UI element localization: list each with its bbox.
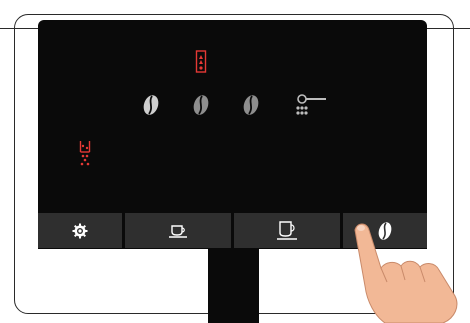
gear-icon	[72, 223, 88, 238]
grounds-container-alert-icon	[79, 141, 91, 166]
large-cup-icon	[277, 220, 297, 240]
device-frame	[0, 0, 470, 323]
small-cup-icon	[169, 224, 187, 238]
espresso-button[interactable]	[125, 213, 231, 248]
machine-spout-column	[208, 249, 259, 323]
coffee-bean-icon	[143, 95, 159, 115]
coffee-button[interactable]	[234, 213, 340, 248]
coffee-bean-icon	[243, 95, 259, 115]
water-tank-alert-icon	[195, 50, 207, 73]
edge-line-left	[0, 28, 38, 29]
ground-coffee-icon	[296, 94, 326, 115]
settings-button[interactable]	[38, 213, 122, 248]
pointing-hand-icon	[354, 223, 458, 323]
edge-line-right	[426, 28, 470, 29]
coffee-bean-icon	[193, 95, 209, 115]
